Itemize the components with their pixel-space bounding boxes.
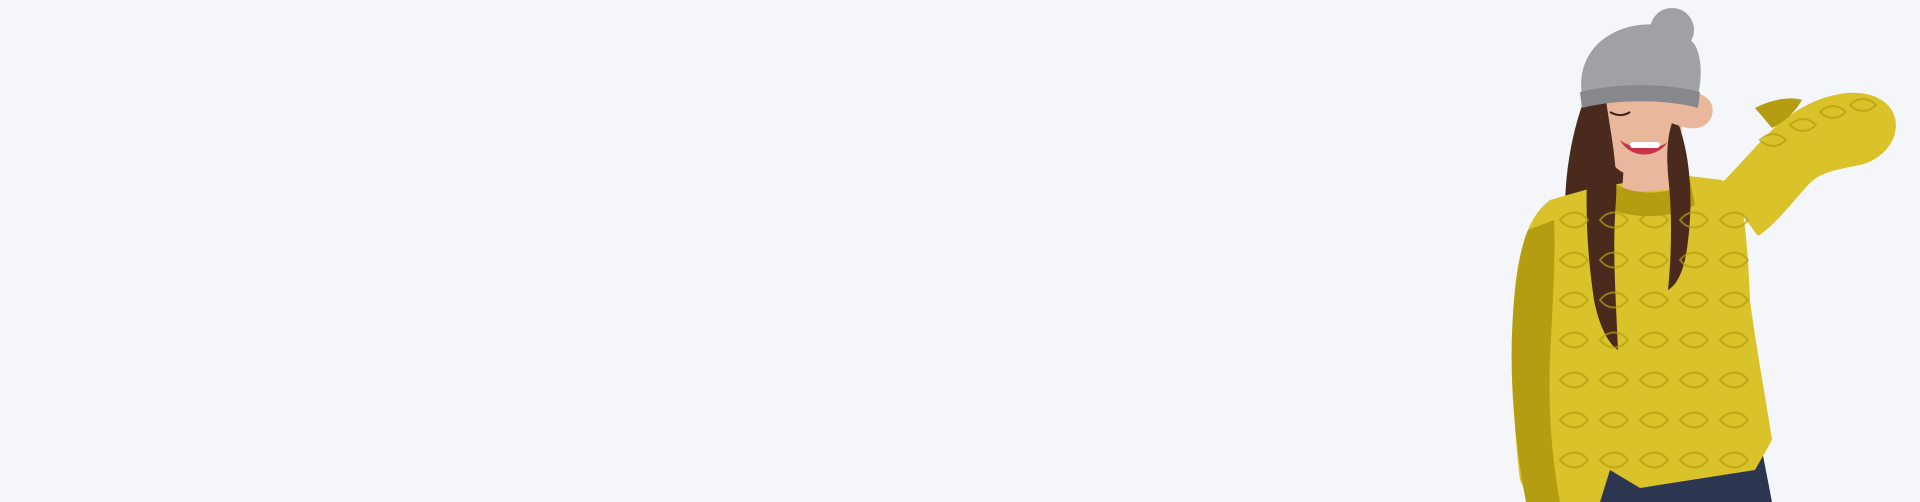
model-illustration [1511,8,1896,502]
banner-photo [1490,0,1910,502]
sweater-raised-arm [1720,92,1896,237]
hero-banner [0,0,1920,502]
banner-empty-area [0,0,1480,502]
beanie-pompom [1650,8,1694,52]
teeth [1630,142,1660,148]
